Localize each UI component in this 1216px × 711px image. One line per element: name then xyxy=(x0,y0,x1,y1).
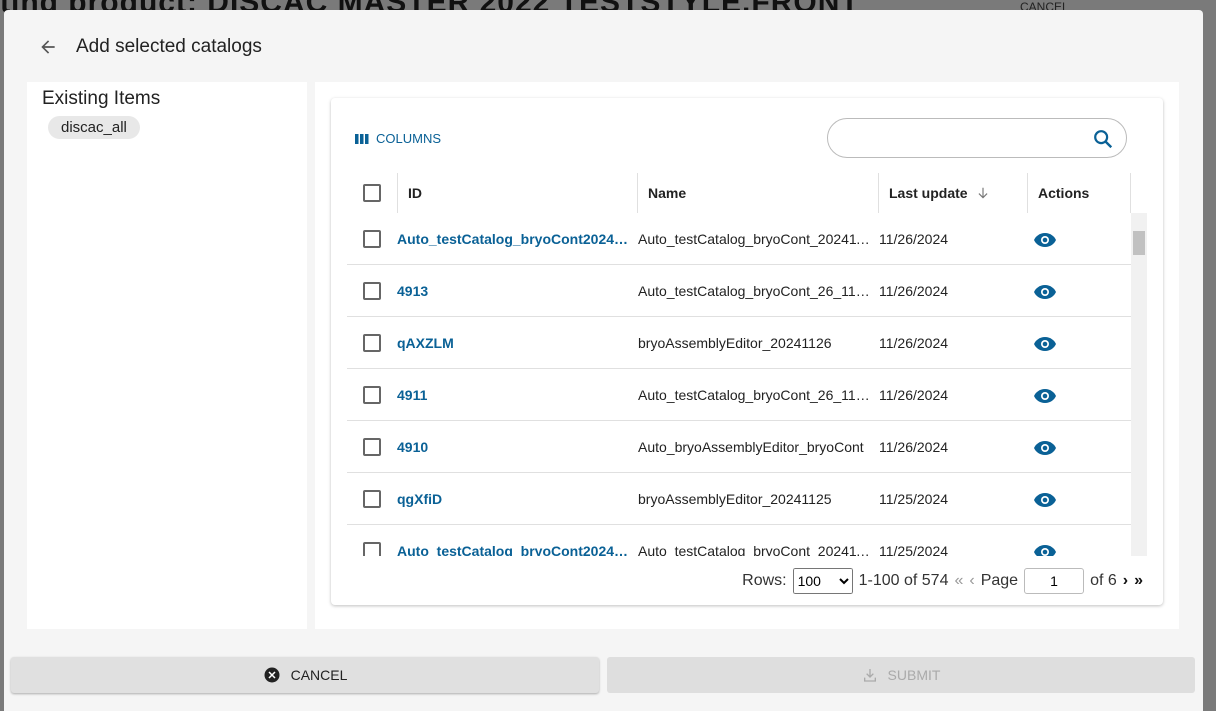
row-checkbox[interactable] xyxy=(363,438,381,456)
table-row: Auto_testCatalog_bryoCont20241126 Auto_t… xyxy=(347,213,1147,265)
catalog-id-link[interactable]: qgXfiD xyxy=(397,473,635,525)
table-header: ID Name Last update Actions xyxy=(347,173,1131,213)
header-name[interactable]: Name xyxy=(637,173,878,213)
view-eye-icon[interactable] xyxy=(1033,388,1057,404)
submit-button[interactable]: SUBMIT xyxy=(607,657,1195,693)
page-count: of 6 xyxy=(1090,572,1117,589)
view-eye-icon[interactable] xyxy=(1033,440,1057,456)
row-checkbox[interactable] xyxy=(363,490,381,508)
table-row: 4913 Auto_testCatalog_bryoCont_26_11_202… xyxy=(347,265,1147,317)
table-row: 4910 Auto_bryoAssemblyEditor_bryoCont 11… xyxy=(347,421,1147,473)
range-label: 1-100 of 574 xyxy=(858,572,949,589)
submit-label: SUBMIT xyxy=(887,667,941,683)
scrollbar[interactable] xyxy=(1131,213,1147,556)
last-update: 11/25/2024 xyxy=(879,543,949,556)
catalog-table-panel: COLUMNS ID Name Last update Actions Auto… xyxy=(315,82,1179,629)
catalog-id-link[interactable]: 4910 xyxy=(397,421,635,473)
columns-button[interactable]: COLUMNS xyxy=(355,131,441,146)
catalog-name: bryoAssemblyEditor_20241125 xyxy=(638,491,832,507)
cancel-button[interactable]: CANCEL xyxy=(11,657,599,693)
catalog-name: Auto_testCatalog_bryoCont_20241125 xyxy=(638,543,876,556)
row-checkbox[interactable] xyxy=(363,386,381,404)
next-page-button[interactable]: › xyxy=(1123,572,1128,590)
row-checkbox[interactable] xyxy=(363,282,381,300)
last-update: 11/26/2024 xyxy=(879,387,949,403)
rows-label: Rows: xyxy=(742,572,787,589)
view-eye-icon[interactable] xyxy=(1033,492,1057,508)
view-eye-icon[interactable] xyxy=(1033,232,1057,248)
existing-items-heading: Existing Items xyxy=(42,88,161,109)
back-arrow-icon[interactable] xyxy=(38,37,58,57)
select-all-checkbox[interactable] xyxy=(363,184,381,202)
header-actions: Actions xyxy=(1027,173,1131,213)
page-input[interactable] xyxy=(1024,568,1085,594)
view-eye-icon[interactable] xyxy=(1033,284,1057,300)
prev-page-button[interactable]: ‹ xyxy=(969,572,974,590)
table-row: qgXfiD bryoAssemblyEditor_20241125 11/25… xyxy=(347,473,1147,525)
view-eye-icon[interactable] xyxy=(1033,336,1057,352)
search-input[interactable] xyxy=(842,129,1082,145)
table-row: Auto_testCatalog_bryoCont20241125 Auto_t… xyxy=(347,525,1147,556)
catalog-id-link[interactable]: 4913 xyxy=(397,265,635,317)
table-body: Auto_testCatalog_bryoCont20241126 Auto_t… xyxy=(347,213,1147,556)
search-icon[interactable] xyxy=(1092,128,1114,150)
catalog-id-link[interactable]: 4911 xyxy=(397,369,635,421)
add-catalogs-dialog: Add selected catalogs Existing Items dis… xyxy=(4,10,1203,711)
rows-per-page-select[interactable]: 100 xyxy=(792,568,853,594)
pagination: Rows: 100 1-100 of 574 « ‹ Page of 6 › » xyxy=(742,568,1143,594)
last-update: 11/25/2024 xyxy=(879,491,949,507)
catalog-name: Auto_testCatalog_bryoCont_20241126 xyxy=(638,231,876,247)
catalog-name: Auto_testCatalog_bryoCont_26_11_2024 xyxy=(638,283,876,299)
search-field[interactable] xyxy=(827,118,1127,158)
sort-arrow-down-icon[interactable] xyxy=(976,186,990,200)
last-page-button[interactable]: » xyxy=(1134,572,1143,590)
page-label: Page xyxy=(980,572,1019,589)
cancel-circle-icon xyxy=(264,667,280,683)
view-eye-icon[interactable] xyxy=(1033,544,1057,556)
catalog-id-link[interactable]: Auto_testCatalog_bryoCont20241125 xyxy=(397,525,635,556)
table-row: 4911 Auto_testCatalog_bryoCont_26_11_202… xyxy=(347,369,1147,421)
last-update: 11/26/2024 xyxy=(879,231,949,247)
catalog-id-link[interactable]: Auto_testCatalog_bryoCont20241126 xyxy=(397,213,635,265)
existing-item-chip: discac_all xyxy=(48,116,140,139)
catalog-name: Auto_testCatalog_bryoCont_26_11_2024 xyxy=(638,387,876,403)
last-update: 11/26/2024 xyxy=(879,335,949,351)
row-checkbox[interactable] xyxy=(363,542,381,556)
catalog-id-link[interactable]: qAXZLM xyxy=(397,317,635,369)
last-update: 11/26/2024 xyxy=(879,439,949,455)
download-icon xyxy=(863,669,876,682)
cancel-label: CANCEL xyxy=(290,667,348,683)
columns-label: COLUMNS xyxy=(376,131,442,146)
existing-items-panel: Existing Items discac_all xyxy=(27,82,307,629)
row-checkbox[interactable] xyxy=(363,334,381,352)
last-update: 11/26/2024 xyxy=(879,283,949,299)
header-id[interactable]: ID xyxy=(397,173,637,213)
dialog-title: Add selected catalogs xyxy=(76,36,262,57)
table-row: qAXZLM bryoAssemblyEditor_20241126 11/26… xyxy=(347,317,1147,369)
header-last-update[interactable]: Last update xyxy=(878,173,1027,213)
catalog-name: Auto_bryoAssemblyEditor_bryoCont xyxy=(638,439,864,455)
columns-icon xyxy=(355,133,369,144)
catalog-name: bryoAssemblyEditor_20241126 xyxy=(638,335,832,351)
row-checkbox[interactable] xyxy=(363,230,381,248)
last-update-label: Last update xyxy=(889,185,968,201)
first-page-button[interactable]: « xyxy=(954,572,963,590)
